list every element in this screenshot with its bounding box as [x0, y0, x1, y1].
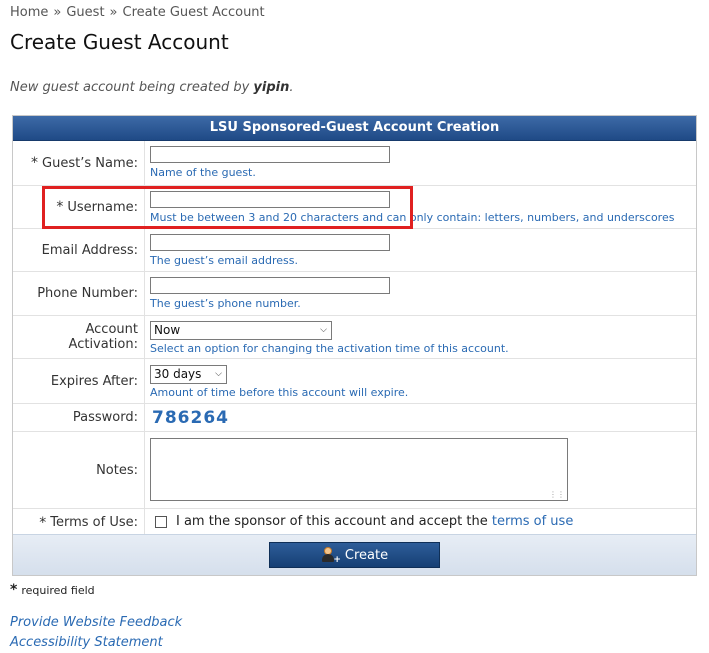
activation-selected-value: Now — [154, 323, 181, 337]
expires-selected-value: 30 days — [154, 367, 202, 381]
activation-label: Account Activation: — [13, 316, 145, 358]
guest-name-hint: Name of the guest. — [150, 166, 256, 179]
breadcrumb: Home » Guest » Create Guest Account — [10, 5, 265, 20]
expires-select[interactable]: 30 days ⌵ — [150, 365, 227, 384]
subtitle-prefix: New guest account being created by — [10, 80, 254, 95]
email-hint: The guest’s email address. — [150, 254, 298, 267]
activation-hint: Select an option for changing the activa… — [150, 342, 509, 355]
breadcrumb-home[interactable]: Home — [10, 5, 48, 20]
phone-input[interactable] — [150, 277, 390, 294]
button-bar: + Create — [13, 534, 696, 575]
terms-text: I am the sponsor of this account and acc… — [176, 514, 574, 529]
notes-row: Notes: ⋮⋮ — [13, 431, 696, 508]
activation-select[interactable]: Now ⌵ — [150, 321, 332, 340]
guest-name-input[interactable] — [150, 146, 390, 163]
subtitle: New guest account being created by yipin… — [10, 80, 294, 95]
terms-checkbox[interactable] — [155, 516, 167, 528]
subtitle-suffix: . — [289, 80, 294, 95]
guest-account-form: LSU Sponsored-Guest Account Creation * Gu… — [12, 115, 697, 576]
accessibility-statement-link[interactable]: Accessibility Statement — [10, 635, 163, 650]
create-button-label: Create — [344, 547, 389, 563]
expires-row: Expires After: 30 days ⌵ Amount of time … — [13, 358, 696, 403]
page-title: Create Guest Account — [10, 30, 229, 54]
email-row: Email Address: The guest’s email address… — [13, 228, 696, 271]
breadcrumb-guest[interactable]: Guest — [66, 5, 104, 20]
form-header: LSU Sponsored-Guest Account Creation — [13, 116, 696, 141]
chevron-down-icon: ⌵ — [215, 369, 222, 379]
password-value: 786264 — [152, 408, 229, 428]
password-row: Password: 786264 — [13, 403, 696, 431]
resize-grip-icon[interactable]: ⋮⋮ — [549, 490, 565, 499]
terms-label: * Terms of Use: — [13, 509, 145, 536]
breadcrumb-current: Create Guest Account — [122, 5, 265, 20]
required-asterisk: * — [39, 514, 47, 531]
breadcrumb-separator: » — [109, 5, 118, 20]
website-feedback-link[interactable]: Provide Website Feedback — [10, 615, 182, 630]
guest-name-label: * Guest’s Name: — [13, 141, 145, 185]
guest-name-row: * Guest’s Name: Name of the guest. — [13, 141, 696, 185]
phone-label: Phone Number: — [13, 272, 145, 315]
notes-textarea[interactable]: ⋮⋮ — [150, 438, 568, 501]
required-field-note: * required field — [10, 582, 95, 598]
expires-label: Expires After: — [13, 359, 145, 403]
email-label: Email Address: — [13, 229, 145, 271]
required-asterisk: * — [31, 155, 39, 171]
activation-row: Account Activation: Now ⌵ Select an opti… — [13, 315, 696, 358]
add-user-icon: + — [321, 547, 341, 565]
terms-of-use-link[interactable]: terms of use — [492, 514, 573, 529]
phone-hint: The guest’s phone number. — [150, 297, 301, 310]
chevron-down-icon: ⌵ — [320, 325, 327, 335]
terms-row: * Terms of Use: I am the sponsor of this … — [13, 508, 696, 536]
breadcrumb-separator: » — [53, 5, 62, 20]
username-highlight-box — [42, 186, 413, 229]
password-label: Password: — [13, 404, 145, 431]
expires-hint: Amount of time before this account will … — [150, 386, 409, 399]
phone-row: Phone Number: The guest’s phone number. — [13, 271, 696, 315]
sponsor-username: yipin — [253, 80, 290, 95]
create-button[interactable]: + Create — [269, 542, 440, 568]
email-input[interactable] — [150, 234, 390, 251]
notes-label: Notes: — [13, 432, 145, 508]
required-asterisk: * — [10, 582, 18, 598]
